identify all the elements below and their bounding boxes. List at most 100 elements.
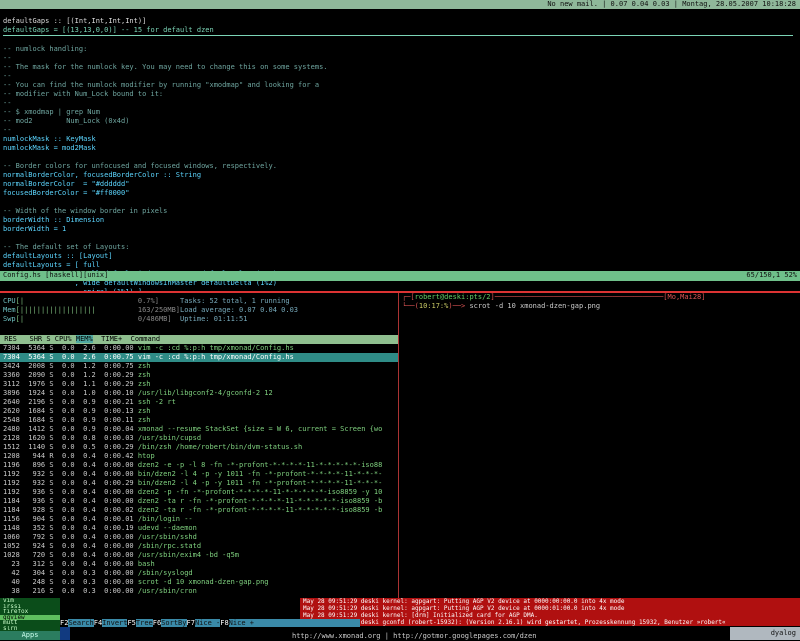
code-line[interactable]: numlockMask = mod2Mask [3, 144, 793, 153]
load-stat: Load average: 0.07 0.04 0.03 [180, 306, 299, 314]
code-line[interactable]: -- The mask for the numlock key. You may… [3, 63, 793, 72]
code-line[interactable]: -- [3, 54, 793, 63]
process-table-header[interactable]: RES SHR S CPU% MEM% TIME+ Command [0, 335, 398, 344]
code-line[interactable]: focusedBorderColor = "#ff0000" [3, 189, 793, 198]
code-line[interactable]: defaultGaps = [(13,13,0,0)] -- 15 for de… [3, 26, 793, 36]
process-row[interactable]: 1184 928 S 0.0 0.4 0:00.02 dzen2 -ta r -… [0, 506, 398, 515]
process-row-selected[interactable]: 7304 5364 S 0.0 2.6 0:00.75 vim -c :cd %… [0, 353, 398, 362]
process-stats: 1148 352 S 0.0 0.4 0:00.19 [3, 524, 138, 532]
process-row[interactable]: 2128 1620 S 0.0 0.8 0:00.03 /usr/sbin/cu… [0, 434, 398, 443]
process-stats: 3112 1976 S 0.0 1.1 0:00.29 [3, 380, 138, 388]
code-line[interactable]: -- [3, 72, 793, 81]
process-row[interactable]: 3112 1976 S 0.0 1.1 0:00.29 zsh [0, 380, 398, 389]
meter-bar: [| [15, 315, 138, 323]
code-line[interactable]: -- The default set of Layouts: [3, 243, 793, 252]
code-line[interactable]: -- mod2 Num_Lock (0x4d) [3, 117, 793, 126]
process-command: /sbin/syslogd [137, 569, 193, 577]
process-row[interactable]: 2640 2196 S 0.0 0.9 0:00.21 ssh -2 rt [0, 398, 398, 407]
htop-function-keys[interactable]: F2SearchF4InvertF5TreeF6SortByF7Nice -F8… [60, 619, 360, 627]
process-row[interactable]: 1196 896 S 0.0 0.4 0:00.00 dzen2 -e -p -… [0, 461, 398, 470]
code-line[interactable] [3, 153, 793, 162]
code-line[interactable]: -- modifier with Num_Lock bound to it: [3, 90, 793, 99]
process-row[interactable]: 1192 932 S 0.0 0.4 0:00.29 bin/dzen2 -l … [0, 479, 398, 488]
terminal-pane[interactable]: ┌─[robert@deski:pts/2]──────────────────… [399, 293, 800, 598]
process-row[interactable]: 1148 352 S 0.0 0.4 0:00.19 udevd --daemo… [0, 524, 398, 533]
app-launcher-title[interactable]: Apps [0, 631, 60, 640]
code-line[interactable] [3, 234, 793, 243]
app-launcher-menu[interactable]: vim irssi firefox gqview mutt slrn [0, 598, 60, 632]
process-row[interactable]: 1052 924 S 0.0 0.4 0:00.00 /sbin/rpc.sta… [0, 542, 398, 551]
fkey-label[interactable]: Invert [102, 619, 127, 627]
header-columns[interactable]: RES SHR S CPU% [0, 335, 76, 343]
process-row[interactable]: 1192 932 S 0.0 0.4 0:00.00 bin/dzen2 -l … [0, 470, 398, 479]
code-line[interactable]: normalBorderColor = "#dddddd" [3, 180, 793, 189]
code-line[interactable] [3, 198, 793, 207]
process-row[interactable]: 1208 944 R 0.0 0.4 0:00.42 htop [0, 452, 398, 461]
process-stats: 1060 792 S 0.0 0.4 0:00.00 [3, 533, 138, 541]
process-stats: 3896 1924 S 0.0 1.0 0:00.10 [3, 389, 138, 397]
process-command: dzen2 -ta r -fn -*-profont-*-*-*-*-11-*-… [137, 506, 383, 514]
resource-meters: CPU[| 0.7%] Mem[|||||||||||||||||| 163/25… [3, 297, 180, 324]
fkey-f6[interactable]: F6 [152, 619, 162, 627]
process-row[interactable]: 1156 904 S 0.0 0.4 0:00.01 /bin/login -- [0, 515, 398, 524]
process-stats: 1196 896 S 0.0 0.4 0:00.00 [3, 461, 138, 469]
header-mem-sorted[interactable]: MEM% [75, 335, 93, 343]
fkey-label[interactable]: Nice + [229, 619, 254, 627]
process-row[interactable]: 2548 1684 S 0.0 0.9 0:00.11 zsh [0, 416, 398, 425]
code-line[interactable]: -- [3, 126, 793, 135]
code-line[interactable]: borderWidth :: Dimension [3, 216, 793, 225]
fkey-label[interactable]: Search [68, 619, 93, 627]
process-command: ssh -2 rt [137, 398, 176, 406]
process-row[interactable]: 40 248 S 0.0 0.3 0:00.00 scrot -d 10 xmo… [0, 578, 398, 587]
process-row[interactable]: 1028 720 S 0.0 0.4 0:00.00 /usr/sbin/exi… [0, 551, 398, 560]
process-row[interactable]: 1184 936 S 0.0 0.4 0:00.00 dzen2 -ta r -… [0, 497, 398, 506]
fkey-f5[interactable]: F5 [127, 619, 136, 627]
terminal-command[interactable]: scrot -d 10 xmonad-dzen-gap.png [469, 302, 600, 310]
workspace-indicator[interactable] [60, 627, 70, 640]
process-stats: 3424 2008 S 0.0 1.2 0:00.75 [3, 362, 138, 370]
process-row[interactable]: 38 216 S 0.0 0.3 0:00.00 /usr/sbin/cron [0, 587, 398, 596]
code-line[interactable]: -- numlock handling: [3, 45, 793, 54]
process-stats: 1192 932 S 0.0 0.4 0:00.00 [3, 470, 138, 478]
process-row[interactable]: 1512 1140 S 0.0 0.5 0:00.29 /bin/zsh /ho… [0, 443, 398, 452]
code-line[interactable]: -- Width of the window border in pixels [3, 207, 793, 216]
code-line[interactable]: normalBorderColor, focusedBorderColor ::… [3, 171, 793, 180]
code-line[interactable]: -- [3, 99, 793, 108]
fkey-f8[interactable]: F8 [220, 619, 229, 627]
process-row[interactable]: 3424 2008 S 0.0 1.2 0:00.75 zsh [0, 362, 398, 371]
htop-pane[interactable]: CPU[| 0.7%] Mem[|||||||||||||||||| 163/25… [0, 293, 399, 626]
process-row[interactable]: 3360 2090 S 0.0 1.2 0:00.29 zsh [0, 371, 398, 380]
code-line[interactable] [3, 36, 793, 45]
process-row[interactable]: 2620 1684 S 0.0 0.9 0:00.13 zsh [0, 407, 398, 416]
code-line[interactable]: numlockMask :: KeyMask [3, 135, 793, 144]
code-line[interactable]: defaultLayouts :: [Layout] [3, 252, 793, 261]
fkey-label[interactable]: Nice - [195, 619, 220, 627]
header-columns-right[interactable]: TIME+ Command [93, 335, 321, 343]
process-row[interactable]: 3896 1924 S 0.0 1.0 0:00.10 /usr/lib/lib… [0, 389, 398, 398]
vim-editor-pane[interactable]: defaultGaps :: [(Int,Int,Int,Int)] defaul… [0, 9, 800, 296]
process-row[interactable]: 23 312 S 0.0 0.4 0:00.00 bash [0, 560, 398, 569]
process-command: bin/dzen2 -l 4 -p -y 1011 -fn -*-profont… [137, 470, 383, 478]
editor-text-area[interactable]: defaultGaps :: [(Int,Int,Int,Int)] defaul… [3, 17, 793, 297]
code-line[interactable]: -- You can find the numlock modifier by … [3, 81, 793, 90]
process-row[interactable]: 1192 936 S 0.0 0.4 0:00.00 dzen2 -p -fn … [0, 488, 398, 497]
process-command: zsh [137, 416, 151, 424]
code-line[interactable]: borderWidth = 1 [3, 225, 793, 234]
code-line[interactable]: -- Border colors for unfocused and focus… [3, 162, 793, 171]
process-row[interactable]: 1060 792 S 0.0 0.4 0:00.00 /usr/sbin/ssh… [0, 533, 398, 542]
code-line[interactable]: defaultGaps :: [(Int,Int,Int,Int)] [3, 17, 793, 26]
fkey-f4[interactable]: F4 [93, 619, 103, 627]
fkey-label[interactable]: SortBy [161, 619, 186, 627]
meter-label: Mem [3, 306, 16, 314]
process-list[interactable]: 7304 5364 S 0.0 2.6 0:00.00 vim -c :cd %… [0, 344, 398, 596]
code-line[interactable]: -- $ xmodmap | grep Num [3, 108, 793, 117]
process-row[interactable]: 7304 5364 S 0.0 2.6 0:00.00 vim -c :cd %… [0, 344, 398, 353]
tasks-stat: Tasks: 52 total, 1 running [180, 297, 290, 305]
code-line[interactable]: defaultLayouts = [ full [3, 261, 793, 270]
fkey-f7[interactable]: F7 [186, 619, 195, 627]
process-command: zsh [137, 380, 151, 388]
process-row[interactable]: 42 304 S 0.0 0.3 0:00.00 /sbin/syslogd [0, 569, 398, 578]
fkey-label[interactable]: Tree [136, 619, 153, 627]
process-row[interactable]: 2480 1412 S 0.0 0.9 0:00.04 xmonad --res… [0, 425, 398, 434]
prompt-line-2[interactable]: └──(10:17:%)──> scrot -d 10 xmonad-dzen-… [399, 302, 800, 311]
